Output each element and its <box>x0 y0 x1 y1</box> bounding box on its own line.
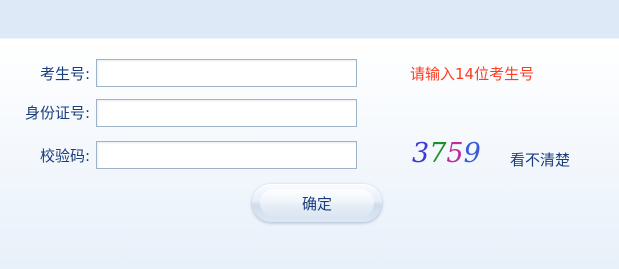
exam-number-hint: 请输入14位考生号 <box>410 65 535 83</box>
captcha-label: 校验码: <box>39 147 90 165</box>
exam-number-input[interactable] <box>96 59 357 87</box>
id-number-label: 身份证号: <box>24 104 90 122</box>
captcha-input[interactable] <box>96 141 357 169</box>
refresh-captcha-link[interactable]: 看不清楚 <box>510 150 570 170</box>
id-number-input[interactable] <box>96 99 357 127</box>
login-form: 考生号: 请输入14位考生号 身份证号: 校验码: 3759 看不清楚 确定 <box>0 0 619 269</box>
captcha-image[interactable]: 3759 <box>412 139 481 169</box>
captcha-digit: 9 <box>463 138 481 169</box>
submit-button-label: 确定 <box>301 194 332 213</box>
submit-button[interactable]: 确定 <box>252 184 382 222</box>
captcha-digit: 3 <box>412 138 430 169</box>
exam-number-label: 考生号: <box>39 65 90 83</box>
captcha-digit: 7 <box>429 138 447 169</box>
captcha-digit: 5 <box>446 138 464 169</box>
